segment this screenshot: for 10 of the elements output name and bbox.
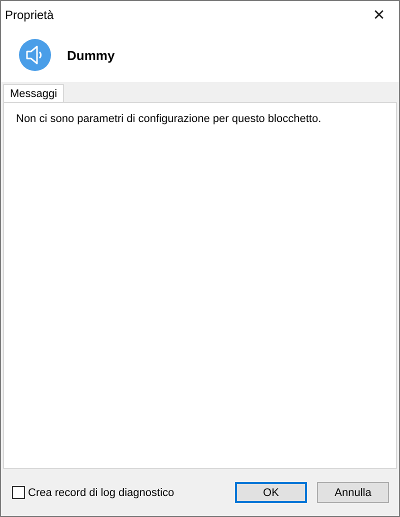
dialog-button[interactable]: OK — [235, 482, 307, 503]
tab[interactable]: Messaggi — [3, 84, 64, 102]
window-title: Proprietà — [5, 8, 54, 22]
dialog-button[interactable]: Annulla — [317, 482, 389, 503]
checkbox-label: Crea record di log diagnostico — [28, 486, 174, 498]
close-button[interactable]: ✕ — [359, 1, 399, 28]
block-title: Dummy — [67, 48, 115, 62]
speaker-icon — [19, 39, 51, 71]
message-text: Non ci sono parametri di configurazione per questo blocchetto. — [16, 113, 322, 125]
checkbox[interactable] — [12, 486, 25, 499]
